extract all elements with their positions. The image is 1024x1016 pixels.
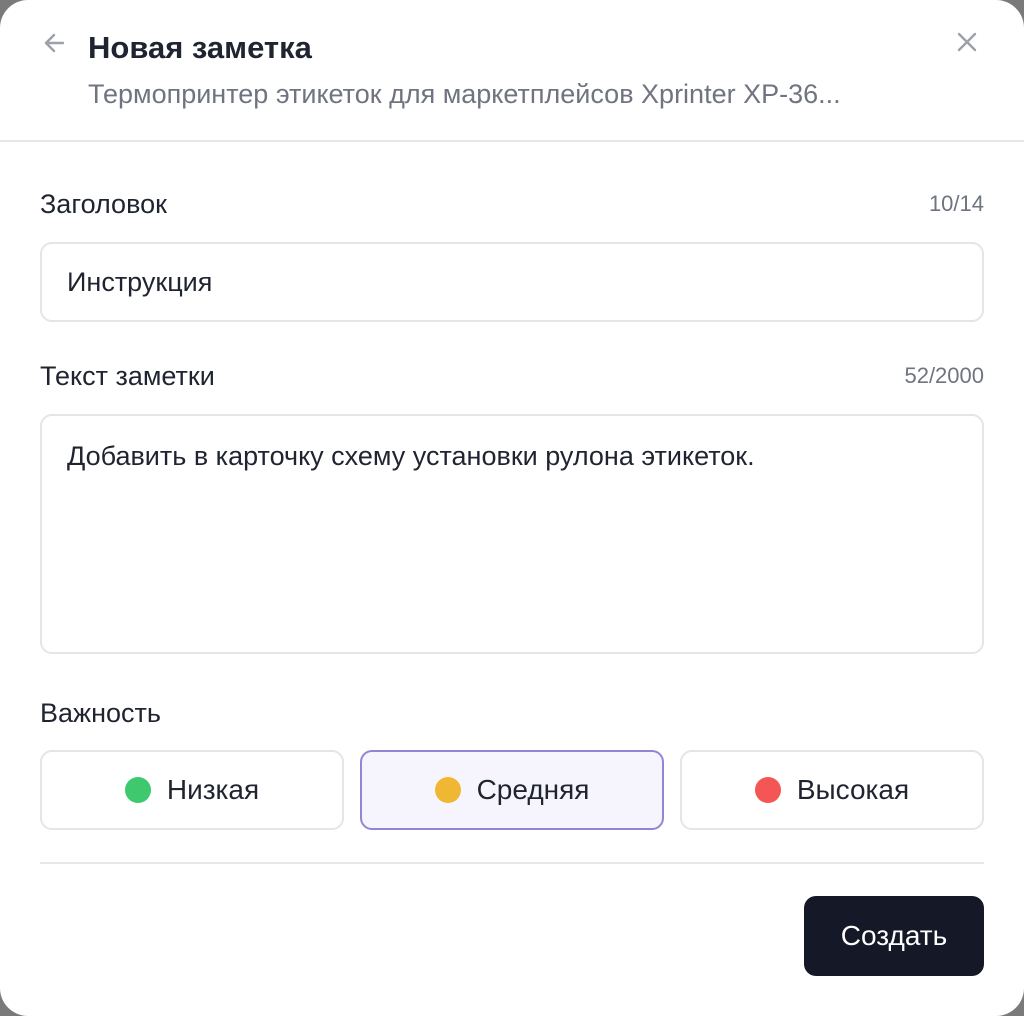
high-priority-dot-icon <box>754 777 781 803</box>
create-button-label: Создать <box>840 920 948 951</box>
priority-medium-button[interactable]: Средняя <box>360 750 664 830</box>
priority-high-label: Высокая <box>796 774 910 805</box>
note-text-char-counter: 52/2000 <box>904 363 984 388</box>
note-text-value: Добавить в карточку схему установки руло… <box>67 441 755 471</box>
dialog-header: Новая заметка Термопринтер этикеток для … <box>0 0 1024 142</box>
priority-high-button[interactable]: Высокая <box>680 750 984 830</box>
new-note-dialog: Новая заметка Термопринтер этикеток для … <box>0 0 1024 1016</box>
footer-divider <box>40 862 984 864</box>
priority-low-label: Низкая <box>166 774 260 805</box>
dialog-title: Новая заметка <box>88 30 312 65</box>
low-priority-dot-icon <box>124 777 151 803</box>
product-name-subtitle: Термопринтер этикеток для маркетплейсов … <box>88 79 841 109</box>
importance-label: Важность <box>40 698 161 728</box>
arrow-left-icon <box>41 29 69 62</box>
note-text-label: Текст заметки <box>40 361 215 391</box>
title-input-value: Инструкция <box>67 266 213 297</box>
back-button[interactable] <box>38 28 72 62</box>
priority-low-button[interactable]: Низкая <box>40 750 344 830</box>
medium-priority-dot-icon <box>434 777 461 803</box>
close-button[interactable] <box>950 27 984 61</box>
close-icon <box>955 30 979 59</box>
note-text-area[interactable]: Добавить в карточку схему установки руло… <box>40 414 984 654</box>
title-char-counter: 10/14 <box>928 191 984 216</box>
title-field-label: Заголовок <box>40 189 167 219</box>
priority-medium-label: Средняя <box>476 774 590 805</box>
create-button[interactable]: Создать <box>804 896 984 976</box>
title-input[interactable]: Инструкция <box>40 242 984 322</box>
